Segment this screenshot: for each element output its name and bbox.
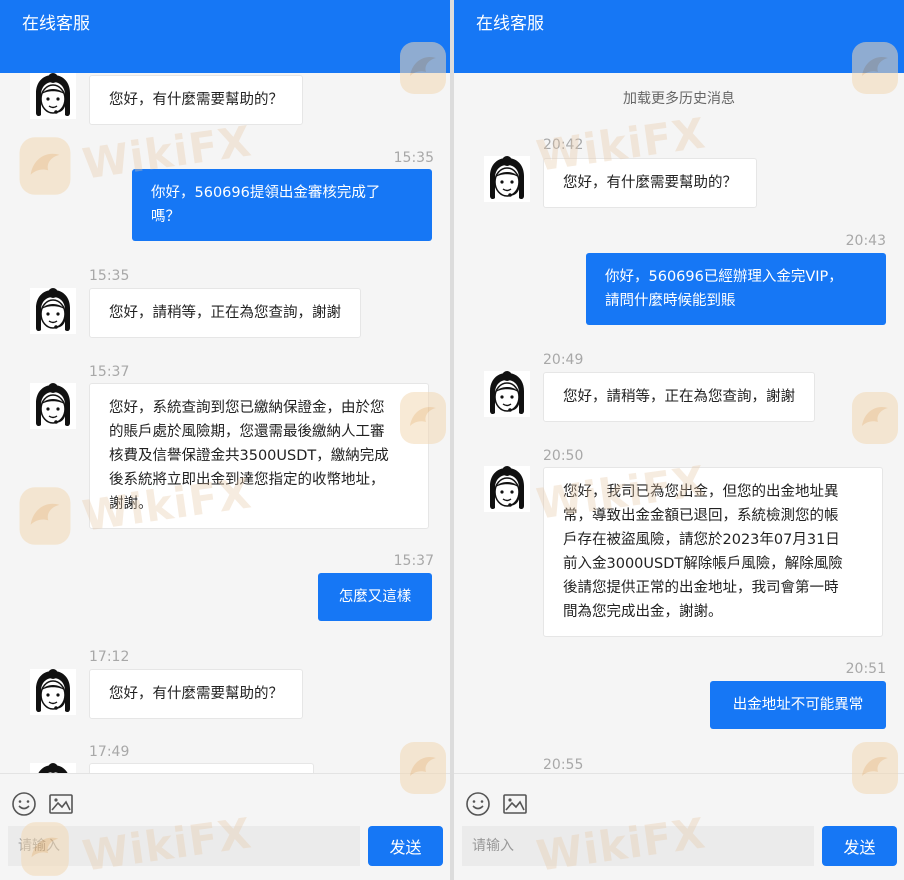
message-text: 您好，有什麼需要幫助的？ (109, 686, 283, 702)
message-line: 後系統將立即出金到達您指定的收幣地址， (109, 472, 385, 488)
message-list[interactable]: 您好，有什麼需要幫助的？ 15:35 你好，560696提領出金審核完成了 嗎？… (0, 73, 450, 773)
outgoing-message: 怎麼又這樣 (318, 573, 432, 621)
message-text: 出金地址不可能異常 (732, 697, 864, 713)
incoming-message: 您好，有什麼需要幫助的？ (543, 158, 757, 208)
agent-avatar-icon (30, 669, 76, 715)
timestamp: 15:37 (89, 364, 130, 380)
timestamp: 15:37 (393, 553, 434, 569)
message-input[interactable] (462, 826, 814, 866)
message-line: 戶存在被盜風險，請您於2023年07月31日 (563, 532, 840, 548)
smiley-icon[interactable] (11, 791, 37, 817)
message-input[interactable] (8, 826, 360, 866)
message-line: 請問什麼時候能到賬 (605, 293, 736, 309)
composer: 发送 (0, 773, 450, 880)
incoming-message: 您好，請稍等，正在為您查詢，謝謝 (543, 372, 815, 422)
timestamp: 20:51 (845, 661, 886, 677)
chat-panel-left: 在线客服 您好，有什麼需要幫助的？ 15:35 你好，560696提領出金審核完… (0, 0, 450, 880)
incoming-message: 您好，系統查詢到您已繳納保證金，由於您 的賬戶處於風險期，您還需最後繳納人工審 … (89, 383, 429, 529)
timestamp: 17:49 (89, 744, 130, 760)
smiley-icon[interactable] (465, 791, 491, 817)
header-bar: 在线客服 (454, 0, 904, 73)
timestamp: 20:49 (543, 352, 584, 368)
message-line: 後請您提供正常的出金地址，我司會第一時 (563, 580, 839, 596)
composer: 发送 (454, 773, 904, 880)
timestamp: 15:35 (393, 150, 434, 166)
message-line: 您好，我司已為您出金，但您的出金地址異 (563, 484, 839, 500)
message-line: 前入金3000USDT解除帳戶風險，解除風險 (563, 556, 843, 572)
timestamp: 20:42 (543, 137, 584, 153)
image-icon[interactable] (502, 791, 528, 817)
message-line: 的賬戶處於風險期，您還需最後繳納人工審 (109, 424, 385, 440)
message-text: 您好，有什麼需要幫助的？ (563, 175, 737, 191)
chat-panel-right: 在线客服 加载更多历史消息 20:42 您好，有什麼需要幫助的？ 20:43 你… (454, 0, 904, 880)
message-text: 您好，請稍等，正在為您查詢，謝謝 (109, 305, 341, 321)
message-line: 你好，560696已經辦理入金完VIP， (605, 269, 843, 285)
agent-avatar-icon (30, 288, 76, 334)
message-line: 間為您完成出金，謝謝。 (563, 604, 723, 620)
agent-avatar-icon (30, 763, 76, 773)
timestamp: 20:55 (543, 757, 584, 773)
page-title: 在线客服 (22, 14, 90, 34)
message-text: 您好，有什麼需要幫助的？ (109, 92, 283, 108)
message-line: 嗎？ (151, 209, 180, 225)
timestamp: 20:43 (845, 233, 886, 249)
incoming-message: 您好，請稍等，正在為您查詢，謝謝 (89, 288, 361, 338)
outgoing-message: 你好，560696已經辦理入金完VIP， 請問什麼時候能到賬 (586, 253, 886, 325)
send-button[interactable]: 发送 (822, 826, 897, 866)
send-button[interactable]: 发送 (368, 826, 443, 866)
timestamp: 17:12 (89, 649, 130, 665)
message-line: 常，導致出金金額已退回，系統檢測您的帳 (563, 508, 839, 524)
agent-avatar-icon (30, 73, 76, 119)
incoming-message: 您好，有什麼需要幫助的？ (89, 669, 303, 719)
page-title: 在线客服 (476, 14, 544, 34)
incoming-message (89, 763, 314, 773)
image-icon[interactable] (48, 791, 74, 817)
message-line: 核費及信譽保證金共3500USDT，繳納完成 (109, 448, 389, 464)
message-list[interactable]: 加载更多历史消息 20:42 您好，有什麼需要幫助的？ 20:43 你好，560… (454, 73, 904, 773)
agent-avatar-icon (30, 383, 76, 429)
timestamp: 15:35 (89, 268, 130, 284)
message-line: 您好，系統查詢到您已繳納保證金，由於您 (109, 400, 385, 416)
message-line: 謝謝。 (109, 496, 153, 512)
agent-avatar-icon (484, 466, 530, 512)
agent-avatar-icon (484, 156, 530, 202)
load-more-link[interactable]: 加载更多历史消息 (454, 89, 904, 109)
header-bar: 在线客服 (0, 0, 450, 73)
incoming-message: 您好，我司已為您出金，但您的出金地址異 常，導致出金金額已退回，系統檢測您的帳 … (543, 467, 883, 637)
message-text: 您好，請稍等，正在為您查詢，謝謝 (563, 389, 795, 405)
message-line: 你好，560696提領出金審核完成了 (151, 185, 381, 201)
message-text: 怎麼又這樣 (338, 589, 412, 605)
outgoing-message: 你好，560696提領出金審核完成了 嗎？ (132, 169, 432, 241)
outgoing-message: 出金地址不可能異常 (710, 681, 886, 729)
timestamp: 20:50 (543, 448, 584, 464)
incoming-message: 您好，有什麼需要幫助的？ (89, 75, 303, 125)
agent-avatar-icon (484, 371, 530, 417)
